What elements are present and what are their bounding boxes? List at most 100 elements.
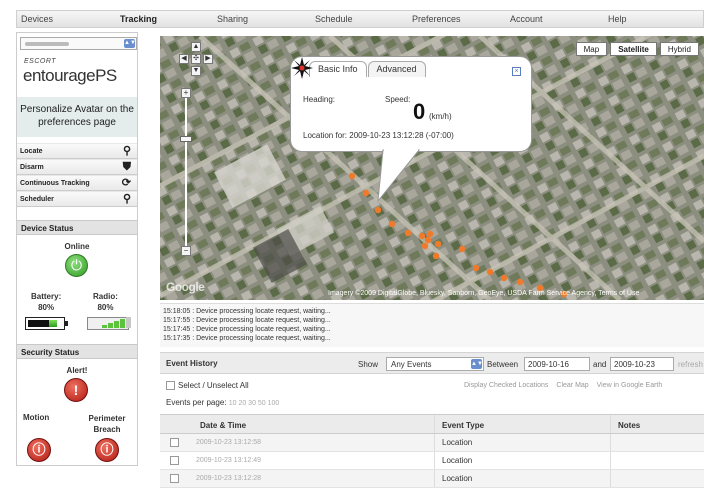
zoom-in-icon[interactable]: +: [181, 88, 191, 98]
alert-exclamation-icon: !: [64, 378, 88, 402]
table-row[interactable]: 2009-10-23 13:12:58 Location: [160, 434, 704, 452]
track-point[interactable]: [362, 189, 370, 197]
track-point[interactable]: [500, 274, 508, 282]
row-checkbox[interactable]: [170, 474, 179, 483]
magnifier-icon: ⚲: [122, 145, 131, 157]
magnifier-refresh-icon: ⟳: [121, 177, 131, 189]
power-online-icon: ⏻: [65, 254, 88, 277]
track-point[interactable]: [421, 242, 429, 250]
locate-button[interactable]: Locate ⚲: [17, 143, 137, 159]
device-status-heading: Device Status: [17, 220, 137, 235]
dropdown-arrow-icon[interactable]: ▲▼: [124, 39, 136, 48]
refresh-link[interactable]: refresh: [678, 360, 703, 369]
event-history-header: Event History Show Any Events ▲▼ Between…: [160, 352, 704, 374]
heading-label: Heading:: [303, 95, 336, 104]
track-point[interactable]: [388, 220, 396, 228]
disarm-button[interactable]: Disarm ⛊: [17, 159, 137, 175]
table-row[interactable]: 2009-10-23 13:12:28 Location: [160, 470, 704, 488]
event-filter-value: Any Events: [391, 360, 432, 369]
clear-map-link[interactable]: Clear Map: [556, 382, 588, 389]
nav-account[interactable]: Account: [510, 14, 543, 24]
device-selector[interactable]: ▲▼: [20, 37, 137, 50]
track-point[interactable]: [418, 232, 426, 240]
motion-label: Motion: [23, 413, 50, 422]
nav-sharing[interactable]: Sharing: [217, 14, 248, 24]
nav-help[interactable]: Help: [608, 14, 627, 24]
signal-bar: [108, 323, 113, 328]
map-type-map[interactable]: Map: [575, 42, 608, 56]
track-point[interactable]: [348, 172, 356, 180]
scheduler-button[interactable]: Scheduler ⚲: [17, 191, 137, 207]
avatar-prompt[interactable]: Personalize Avatar on the preferences pa…: [17, 97, 137, 137]
track-point[interactable]: [434, 240, 442, 248]
top-nav: Devices Tracking Sharing Schedule Prefer…: [16, 10, 704, 28]
view-google-earth-link[interactable]: View in Google Earth: [597, 382, 663, 389]
pan-up-icon[interactable]: ▲: [191, 42, 201, 52]
satellite-map[interactable]: ▲ ◀ ✣ ▶ ▼ + − Map Satellite Hybrid Googl…: [160, 36, 704, 300]
nav-devices[interactable]: Devices: [21, 14, 53, 24]
track-point[interactable]: [516, 278, 524, 286]
command-label: Scheduler: [20, 196, 54, 203]
zoom-thumb[interactable]: [180, 136, 192, 142]
track-point[interactable]: [458, 245, 466, 253]
google-logo: Google: [166, 280, 205, 294]
track-point[interactable]: [374, 206, 382, 214]
row-checkbox[interactable]: [170, 456, 179, 465]
command-label: Continuous Tracking: [20, 180, 90, 187]
display-checked-link[interactable]: Display Checked Locations: [464, 382, 548, 389]
table-row[interactable]: 2009-10-23 13:12:49 Location: [160, 452, 704, 470]
pan-control: ▲ ◀ ✣ ▶ ▼: [179, 42, 213, 76]
pan-right-icon[interactable]: ▶: [203, 54, 213, 64]
nav-schedule[interactable]: Schedule: [315, 14, 353, 24]
close-icon[interactable]: ×: [512, 67, 521, 76]
event-filter-select[interactable]: Any Events ▲▼: [386, 357, 484, 371]
map-type-satellite[interactable]: Satellite: [610, 42, 657, 56]
signal-bar: [126, 317, 131, 328]
row-datetime: 2009-10-23 13:12:58: [196, 439, 261, 446]
track-point[interactable]: [432, 252, 440, 260]
pan-center-icon[interactable]: ✣: [191, 54, 201, 64]
nav-preferences[interactable]: Preferences: [412, 14, 461, 24]
speed-value: 0: [413, 99, 426, 124]
col-datetime[interactable]: Date & Time: [200, 421, 246, 430]
track-point[interactable]: [472, 264, 480, 272]
col-event-type[interactable]: Event Type: [442, 421, 484, 430]
date-from-input[interactable]: 2009-10-16: [524, 357, 590, 371]
date-to-input[interactable]: 2009-10-23: [610, 357, 674, 371]
tab-advanced[interactable]: Advanced: [367, 61, 426, 77]
perimeter-breach-label: Perimeter Breach: [88, 414, 126, 434]
track-point[interactable]: [424, 236, 432, 244]
speed-unit: (km/h): [429, 112, 452, 121]
row-event-type: Location: [442, 438, 473, 447]
command-list: Locate ⚲ Disarm ⛊ Continuous Tracking ⟳ …: [17, 143, 137, 207]
tab-basic-info[interactable]: Basic Info: [309, 61, 367, 77]
battery-nub: [65, 321, 68, 326]
per-page-options[interactable]: 10 20 30 50 100: [229, 400, 280, 407]
track-point[interactable]: [486, 268, 494, 276]
track-point[interactable]: [404, 229, 412, 237]
select-all-checkbox[interactable]: [166, 381, 175, 390]
device-name-obscured: [25, 42, 69, 46]
pan-down-icon[interactable]: ▼: [191, 66, 201, 76]
continuous-tracking-button[interactable]: Continuous Tracking ⟳: [17, 175, 137, 191]
zoom-slider[interactable]: + −: [180, 88, 192, 266]
map-type-hybrid[interactable]: Hybrid: [659, 42, 699, 56]
command-label: Locate: [20, 148, 43, 155]
motion-alert-icon: ⓘ: [27, 438, 51, 462]
nav-tracking[interactable]: Tracking: [120, 14, 157, 24]
event-actions: Display Checked Locations Clear Map View…: [464, 382, 668, 389]
pan-left-icon[interactable]: ◀: [179, 54, 189, 64]
alert-label: Alert!: [66, 366, 88, 375]
status-log: 15:18:05 : Device processing locate requ…: [160, 303, 704, 347]
between-label: Between: [487, 360, 519, 369]
events-per-page: Events per page: 10 20 30 50 100: [166, 398, 279, 407]
and-label: and: [593, 360, 607, 369]
track-point[interactable]: [426, 230, 434, 238]
logo-entourage: entouragePS: [23, 66, 117, 85]
row-checkbox[interactable]: [170, 438, 179, 447]
col-notes[interactable]: Notes: [618, 421, 640, 430]
select-all-toggle[interactable]: Select / Unselect All: [166, 381, 249, 390]
zoom-track: [185, 98, 187, 256]
zoom-out-icon[interactable]: −: [181, 246, 191, 256]
row-datetime: 2009-10-23 13:12:49: [196, 457, 261, 464]
